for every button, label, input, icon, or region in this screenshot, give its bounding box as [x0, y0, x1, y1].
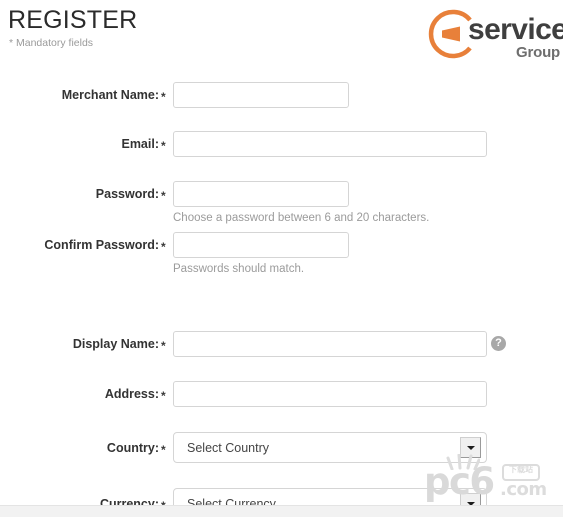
address-input[interactable] [173, 381, 487, 407]
required-asterisk-confirm-password: * [161, 240, 166, 254]
page-header: REGISTER * Mandatory fields services Gro… [0, 0, 563, 68]
label-display-name: Display Name: [72, 337, 159, 351]
merchant-name-input[interactable] [173, 82, 349, 108]
logo-text-group: Group [516, 44, 560, 61]
form-row-country: Country: * Select Country [0, 432, 563, 463]
label-email: Email: [121, 137, 159, 151]
chevron-down-icon[interactable] [460, 437, 481, 458]
register-page: REGISTER * Mandatory fields services Gro… [0, 0, 563, 517]
label-merchant-name: Merchant Name: [61, 88, 159, 102]
country-select[interactable]: Select Country [173, 432, 487, 463]
required-asterisk-display-name: * [161, 339, 166, 353]
page-bottom-strip [0, 505, 563, 517]
required-asterisk-country: * [161, 443, 166, 457]
form-row-display-name: Display Name: * ? [0, 331, 563, 357]
label-password: Password: [95, 187, 159, 201]
form-row-address: Address: * [0, 381, 563, 407]
logo-text-services: services [468, 13, 563, 46]
label-address: Address: [104, 387, 159, 401]
confirm-password-input[interactable] [173, 232, 349, 258]
required-asterisk-address: * [161, 389, 166, 403]
email-input[interactable] [173, 131, 487, 157]
display-name-input[interactable] [173, 331, 487, 357]
form-row-merchant-name: Merchant Name: * [0, 82, 563, 108]
help-icon[interactable]: ? [491, 336, 506, 351]
password-hint: Choose a password between 6 and 20 chara… [173, 212, 430, 224]
required-asterisk-merchant-name: * [161, 90, 166, 104]
page-title: REGISTER [8, 6, 138, 34]
brand-logo: services Group [420, 2, 563, 66]
form-row-email: Email: * [0, 131, 563, 157]
label-confirm-password: Confirm Password: [44, 238, 159, 252]
country-select-value: Select Country [187, 441, 269, 455]
confirm-password-hint: Passwords should match. [173, 263, 305, 275]
mandatory-fields-note: * Mandatory fields [9, 37, 94, 49]
form-row-confirm-password: Confirm Password: * Passwords should mat… [0, 232, 563, 278]
required-asterisk-password: * [161, 189, 166, 203]
form-row-password: Password: * Choose a password between 6 … [0, 181, 563, 227]
label-country: Country: [106, 441, 159, 455]
required-asterisk-email: * [161, 139, 166, 153]
watermark-badge: 下载站 [502, 464, 540, 481]
password-input[interactable] [173, 181, 349, 207]
